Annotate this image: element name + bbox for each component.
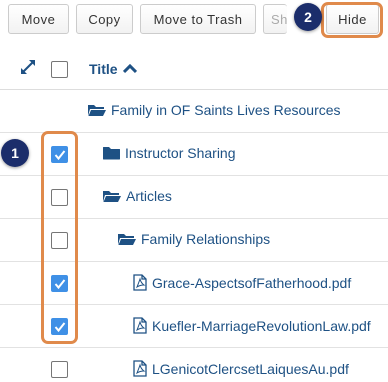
row-label: Kuefler-MarriageRevolutionLaw.pdf bbox=[152, 317, 371, 334]
copy-button[interactable]: Copy bbox=[76, 4, 133, 34]
row-item[interactable]: Grace-AspectsofFatherhood.pdf bbox=[133, 274, 351, 291]
row-item[interactable]: Family in OF Saints Lives Resources bbox=[88, 102, 341, 118]
title-column-label: Title bbox=[89, 61, 118, 77]
folder-open-icon bbox=[118, 234, 136, 245]
chevron-up-icon bbox=[122, 64, 137, 74]
row-item[interactable]: Family Relationships bbox=[118, 231, 270, 247]
row-checkbox[interactable] bbox=[51, 361, 68, 378]
row-item[interactable]: Articles bbox=[103, 188, 172, 204]
row-label: Family Relationships bbox=[141, 231, 271, 247]
row-item[interactable]: Kuefler-MarriageRevolutionLaw.pdf bbox=[133, 317, 371, 334]
row-label: Articles bbox=[126, 188, 172, 204]
pdf-file-icon bbox=[133, 360, 147, 377]
row-label: LGenicotClercsetLaiquesAu.pdf bbox=[152, 360, 349, 377]
expand-arrows-icon[interactable] bbox=[19, 58, 37, 76]
pdf-file-icon bbox=[133, 274, 147, 291]
table-row: LGenicotClercsetLaiquesAu.pdf bbox=[0, 348, 388, 382]
folder-icon bbox=[103, 147, 120, 160]
table-header: Title bbox=[0, 48, 388, 90]
table-row: Family in OF Saints Lives Resources bbox=[0, 90, 388, 133]
move-to-trash-button[interactable]: Move to Trash bbox=[140, 4, 256, 34]
folder-open-icon bbox=[88, 105, 106, 116]
checkbox-column-highlight bbox=[41, 131, 78, 344]
row-item[interactable]: Instructor Sharing bbox=[103, 145, 236, 161]
pdf-file-icon bbox=[133, 317, 147, 334]
select-all-checkbox[interactable] bbox=[51, 61, 68, 78]
action-toolbar: Move Copy Move to Trash Sh Hide bbox=[0, 0, 388, 42]
row-item[interactable]: LGenicotClercsetLaiquesAu.pdf bbox=[133, 360, 349, 377]
show-button[interactable]: Sh bbox=[263, 4, 287, 34]
folder-open-icon bbox=[103, 191, 121, 202]
title-column-header[interactable]: Title bbox=[89, 61, 137, 77]
row-label: Family in OF Saints Lives Resources bbox=[111, 102, 341, 118]
hide-button-highlight bbox=[321, 2, 383, 38]
step-2-badge: 2 bbox=[294, 3, 322, 31]
step-1-badge: 1 bbox=[1, 139, 29, 167]
row-label: Instructor Sharing bbox=[125, 145, 236, 161]
move-button[interactable]: Move bbox=[8, 4, 69, 34]
row-label: Grace-AspectsofFatherhood.pdf bbox=[152, 274, 352, 291]
